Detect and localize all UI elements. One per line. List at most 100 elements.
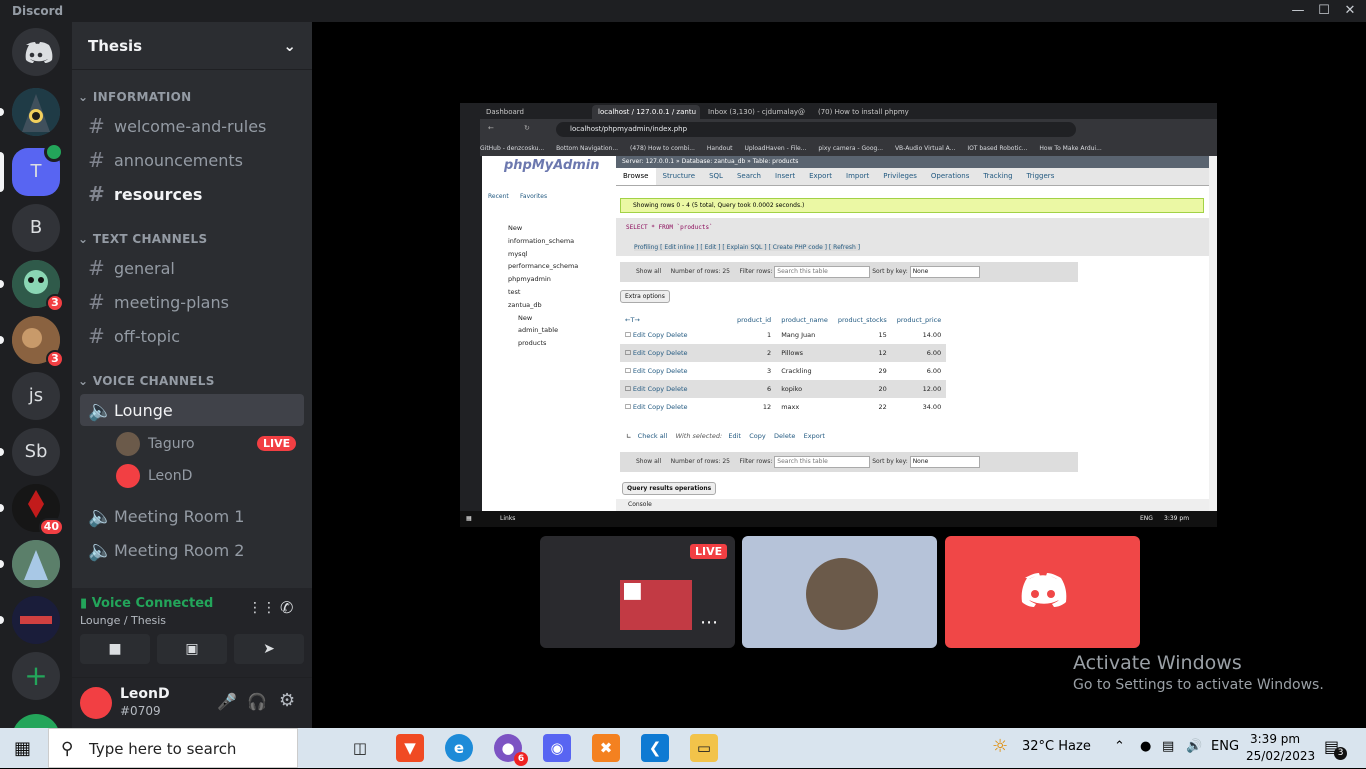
tab-inbox[interactable]: Inbox (3,130) - cjdumalay@	[702, 105, 810, 119]
avatar[interactable]	[80, 687, 112, 719]
guild-header[interactable]: Thesis ⌄	[72, 22, 312, 70]
chevron-up-icon[interactable]: ⌃	[1114, 739, 1125, 754]
row-checkbox[interactable]: ☐	[625, 367, 631, 375]
server-icon[interactable]: 40	[12, 484, 64, 536]
num-rows-select[interactable]: 25	[722, 268, 730, 275]
server-icon[interactable]	[12, 596, 60, 644]
col-header[interactable]: product_id	[732, 314, 777, 326]
channel-resources[interactable]: # resources	[80, 178, 304, 210]
microphone-icon[interactable]: 🎤	[217, 692, 237, 711]
voice-channel-meeting-room-2[interactable]: 🔈 Meeting Room 2	[80, 534, 304, 566]
col-header[interactable]: product_price	[891, 314, 947, 326]
language-indicator[interactable]: ENG	[1211, 739, 1239, 754]
cell[interactable]: 12.00	[891, 380, 947, 398]
tab-triggers[interactable]: Triggers	[1020, 168, 1062, 185]
voice-user-leond[interactable]: LeonD	[116, 462, 192, 490]
tab-operations[interactable]: Operations	[924, 168, 976, 185]
bookmark[interactable]: VB-Audio Virtual A...	[895, 145, 955, 152]
tab-export[interactable]: Export	[802, 168, 839, 185]
tree-item[interactable]: phpmyadmin	[488, 273, 578, 286]
cell[interactable]: kopiko	[776, 380, 833, 398]
server-b[interactable]: B	[12, 204, 60, 252]
tab-privileges[interactable]: Privileges	[876, 168, 924, 185]
chrome-icon[interactable]: ● 6	[494, 734, 528, 766]
bookmark[interactable]: pixy camera - Goog...	[818, 145, 883, 152]
tab-structure[interactable]: Structure	[656, 168, 703, 185]
bookmark[interactable]: GitHub - denzcosku...	[480, 145, 544, 152]
delete-link[interactable]: Delete	[666, 331, 687, 339]
volume-icon[interactable]: 🔊	[1186, 739, 1202, 754]
copy-link[interactable]: Copy	[648, 367, 665, 375]
settings-gear-icon[interactable]: ⚙	[279, 690, 295, 711]
server-icon[interactable]	[12, 540, 60, 588]
tree-item[interactable]: New	[488, 222, 578, 235]
bulk-delete[interactable]: Delete	[774, 432, 795, 440]
bulk-copy[interactable]: Copy	[749, 432, 766, 440]
task-view-icon[interactable]: ◫	[346, 734, 374, 762]
cell[interactable]: 12	[732, 398, 777, 416]
tab-insert[interactable]: Insert	[768, 168, 802, 185]
tree-item[interactable]: test	[488, 286, 578, 299]
noise-suppression-icon[interactable]: ⋮⋮	[248, 600, 276, 616]
cell[interactable]: 3	[732, 362, 777, 380]
clock-time[interactable]: 3:39 pm	[1250, 732, 1300, 746]
copy-link[interactable]: Copy	[648, 385, 665, 393]
tab-youtube[interactable]: (70) How to install phpmy	[812, 105, 920, 119]
filter-input[interactable]: Search this table	[774, 455, 871, 468]
cell[interactable]: Pillows	[776, 344, 833, 362]
voice-channel-lounge[interactable]: 🔈 Lounge	[80, 394, 304, 426]
microphone-tray-icon[interactable]: ●	[1140, 739, 1151, 754]
tree-item[interactable]: New	[488, 312, 578, 325]
cell[interactable]: 2	[732, 344, 777, 362]
cell[interactable]: 6.00	[891, 362, 947, 380]
channel-announcements[interactable]: # announcements	[80, 144, 304, 176]
network-icon[interactable]: ▤	[1162, 739, 1174, 754]
breadcrumb[interactable]: Server: 127.0.0.1 » Database: zantua_db …	[616, 156, 1209, 168]
bulk-export[interactable]: Export	[804, 432, 825, 440]
voice-location[interactable]: Lounge / Thesis	[80, 614, 166, 627]
edit-link[interactable]: Edit	[633, 385, 646, 393]
participant-tile-leond[interactable]	[945, 536, 1140, 648]
tree-item[interactable]: information_schema	[488, 235, 578, 248]
cell[interactable]: 6.00	[891, 344, 947, 362]
channel-general[interactable]: # general	[80, 252, 304, 284]
query-results-operations[interactable]: Query results operations	[622, 482, 717, 495]
explore-servers-button[interactable]	[12, 714, 60, 728]
copy-link[interactable]: Copy	[648, 331, 665, 339]
windows-start-icon[interactable]: ▦	[14, 738, 31, 759]
category-voice-channels[interactable]: ⌄ VOICE CHANNELS	[78, 374, 215, 388]
tab-tracking[interactable]: Tracking	[976, 168, 1019, 185]
weather-text[interactable]: 32°C Haze	[1022, 739, 1091, 754]
show-all-checkbox[interactable]: Show all	[636, 268, 661, 275]
category-information[interactable]: ⌄ INFORMATION	[78, 90, 191, 104]
delete-link[interactable]: Delete	[666, 385, 687, 393]
stream-preview-tile[interactable]: LIVE ■ ⋯	[540, 536, 735, 648]
inner-links[interactable]: Links	[500, 511, 515, 527]
bookmark[interactable]: (478) How to combi...	[630, 145, 695, 152]
bookmark[interactable]: IOT based Robotic...	[967, 145, 1027, 152]
screen-share-button[interactable]: ▣	[157, 634, 227, 664]
sql-query[interactable]: SELECT * FROM `products`	[626, 224, 713, 231]
col-header[interactable]: product_name	[776, 314, 833, 326]
edit-link[interactable]: Edit	[633, 331, 646, 339]
participant-tile-taguro[interactable]	[742, 536, 937, 648]
num-rows-select[interactable]: 25	[722, 458, 730, 465]
tab-search[interactable]: Search	[730, 168, 768, 185]
tree-item[interactable]: mysql	[488, 248, 578, 261]
tab-browse[interactable]: Browse	[616, 168, 656, 185]
row-checkbox[interactable]: ☐	[625, 331, 631, 339]
xampp-icon[interactable]: ✖	[592, 734, 620, 762]
pma-logo[interactable]: phpMyAdmin	[504, 158, 600, 173]
notification-center-icon[interactable]: ▤ 3	[1324, 737, 1348, 760]
cell[interactable]: 20	[832, 380, 892, 398]
bookmark[interactable]: How To Make Ardui...	[1039, 145, 1101, 152]
edge-browser-icon[interactable]: e	[445, 734, 473, 762]
brave-browser-icon[interactable]: ▼	[396, 734, 424, 762]
filter-input[interactable]: Search this table	[774, 265, 871, 278]
close-button[interactable]: ✕	[1336, 2, 1364, 20]
edit-link[interactable]: Edit	[633, 367, 646, 375]
server-icon[interactable]	[12, 88, 60, 136]
discord-taskbar-icon[interactable]: ◉	[543, 734, 571, 762]
scrollbar[interactable]	[1209, 156, 1217, 511]
delete-link[interactable]: Delete	[666, 367, 687, 375]
